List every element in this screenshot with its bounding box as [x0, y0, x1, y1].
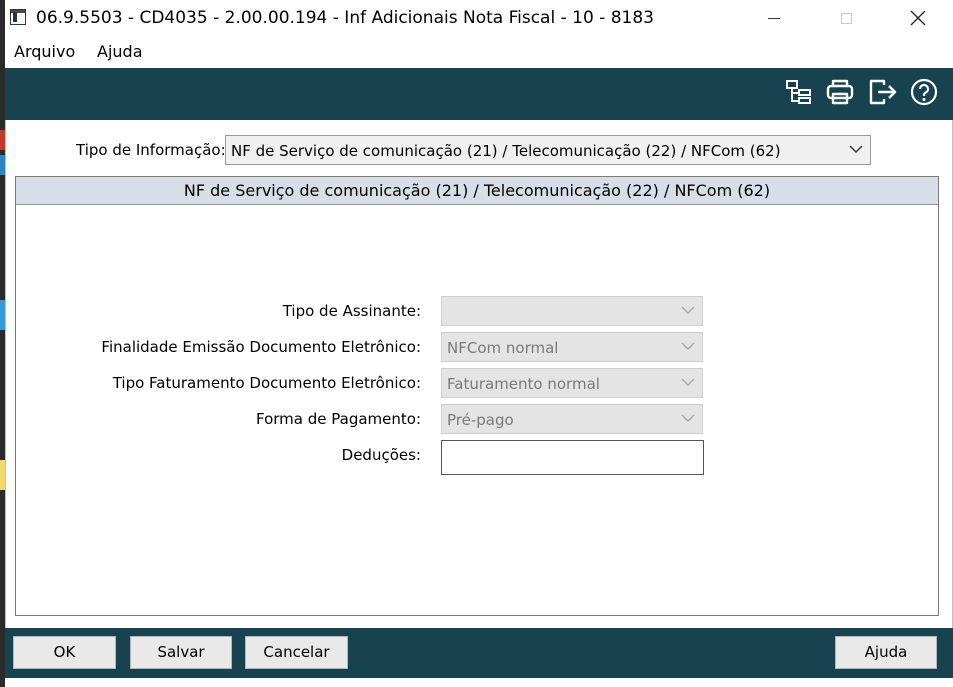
- group-title: NF de Serviço de comunicação (21) / Tele…: [16, 177, 938, 205]
- help-button[interactable]: Ajuda: [835, 636, 937, 669]
- close-icon: [910, 10, 926, 26]
- chevron-down-icon: [681, 378, 695, 386]
- close-button[interactable]: [895, 0, 941, 36]
- forma-pagamento-label: Forma de Pagamento:: [256, 410, 421, 428]
- tipo-assinante-label: Tipo de Assinante:: [282, 302, 421, 320]
- chevron-down-icon: [681, 306, 695, 314]
- app-icon: [10, 9, 26, 25]
- minimize-button[interactable]: [751, 0, 797, 36]
- toolbar: [5, 68, 953, 120]
- deducoes-label: Deduções:: [341, 446, 421, 464]
- chevron-down-icon: [681, 342, 695, 350]
- ok-button[interactable]: OK: [13, 636, 116, 669]
- tipo-informacao-label: Tipo de Informação:: [76, 141, 226, 159]
- tipo-informacao-select[interactable]: NF de Serviço de comunicação (21) / Tele…: [225, 135, 871, 165]
- finalidade-select[interactable]: NFCom normal: [441, 332, 703, 362]
- menu-ajuda[interactable]: Ajuda: [97, 42, 143, 61]
- deducoes-input[interactable]: [441, 440, 704, 475]
- faturamento-value: Faturamento normal: [447, 375, 600, 393]
- maximize-button[interactable]: [823, 0, 869, 36]
- tipo-assinante-select[interactable]: [441, 296, 703, 326]
- finalidade-label: Finalidade Emissão Documento Eletrônico:: [101, 338, 421, 356]
- minimize-icon: [768, 17, 780, 19]
- window-title: 06.9.5503 - CD4035 - 2.00.00.194 - Inf A…: [36, 8, 654, 28]
- forma-pagamento-select[interactable]: Pré-pago: [441, 404, 703, 434]
- forma-pagamento-value: Pré-pago: [447, 411, 514, 429]
- tree-structure-icon[interactable]: [784, 77, 814, 107]
- window-bottom-edge: [5, 678, 953, 687]
- faturamento-select[interactable]: Faturamento normal: [441, 368, 703, 398]
- cancel-button[interactable]: Cancelar: [245, 636, 348, 669]
- save-button[interactable]: Salvar: [130, 636, 232, 669]
- exit-icon[interactable]: [868, 77, 898, 107]
- content-panel: Tipo de Informação: NF de Serviço de com…: [5, 120, 953, 628]
- title-bar: 06.9.5503 - CD4035 - 2.00.00.194 - Inf A…: [5, 0, 953, 36]
- printer-icon[interactable]: [825, 77, 855, 107]
- tipo-informacao-value: NF de Serviço de comunicação (21) / Tele…: [231, 142, 781, 160]
- chevron-down-icon: [849, 145, 863, 153]
- maximize-icon: [840, 12, 852, 24]
- main-window: 06.9.5503 - CD4035 - 2.00.00.194 - Inf A…: [5, 0, 953, 687]
- footer-bar: OK Salvar Cancelar Ajuda: [5, 628, 953, 678]
- chevron-down-icon: [681, 414, 695, 422]
- finalidade-value: NFCom normal: [447, 339, 559, 357]
- nfcom-groupbox: NF de Serviço de comunicação (21) / Tele…: [15, 176, 939, 616]
- faturamento-label: Tipo Faturamento Documento Eletrônico:: [112, 374, 421, 392]
- help-icon[interactable]: [909, 77, 939, 107]
- menu-bar: Arquivo Ajuda: [5, 38, 953, 66]
- menu-arquivo[interactable]: Arquivo: [14, 42, 75, 61]
